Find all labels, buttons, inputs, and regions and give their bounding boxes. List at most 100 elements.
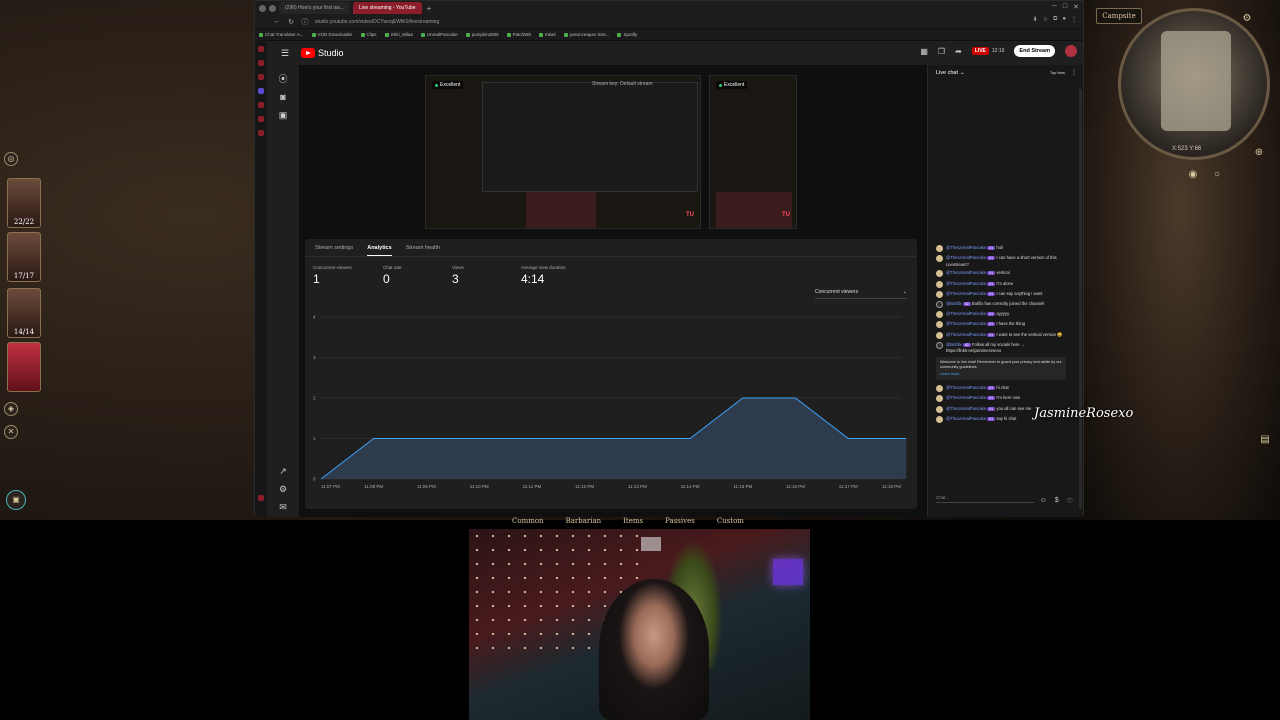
chat-input[interactable]: Chat... [936, 495, 1034, 503]
avatar[interactable] [936, 395, 943, 403]
chat-username[interactable]: @TheUnrealPancake [946, 281, 986, 286]
feedback-icon[interactable]: ✉ [277, 501, 289, 513]
avatar[interactable] [936, 270, 943, 278]
chat-username[interactable]: @TheUnrealPancake [946, 311, 986, 316]
avatar[interactable] [936, 405, 943, 413]
chat-username[interactable]: @TheUnrealPancake [946, 416, 986, 421]
url-field[interactable]: studio.youtube.com/video/DCYwoqEWtK0/liv… [315, 19, 439, 25]
bookmark-star-icon[interactable]: ☆ [1043, 16, 1048, 23]
emoji-icon[interactable]: ☺ [1040, 497, 1047, 505]
tab-list-icon[interactable] [269, 4, 276, 12]
bookmark[interactable]: Clips [360, 32, 377, 37]
top-fans-button[interactable]: Top fans [1050, 70, 1065, 75]
chat-message[interactable]: @TheUnrealPancake #1 hi chat [936, 385, 1066, 393]
chat-scrollbar[interactable] [1079, 89, 1082, 509]
browser-tab[interactable]: (296) How's your first wa... [279, 2, 351, 14]
chat-message[interactable]: @TheUnrealPancake #1 huh [936, 245, 1066, 252]
avatar[interactable] [936, 255, 943, 263]
chat-username[interactable]: @TheUnrealPancake [946, 385, 986, 390]
download-icon[interactable]: ⬇ [1033, 16, 1038, 23]
browser-more-icon[interactable]: ⋮ [1071, 16, 1077, 23]
sidebar-app-icon[interactable] [258, 116, 264, 122]
extensions-icon[interactable]: ⧉ [1053, 16, 1057, 23]
chat-message[interactable]: @TheUnrealPancake #1 I have the thing [936, 321, 1066, 329]
metric-dropdown[interactable]: Concurrent viewers ⌄ [815, 289, 907, 299]
chat-username[interactable]: @TheUnrealPancake [946, 321, 986, 326]
chat-message[interactable]: @TheUnrealPancake #1 I want to see the v… [936, 331, 1066, 339]
tab-items[interactable]: Items [623, 517, 643, 529]
settings-icon[interactable]: ⚙ [1240, 12, 1254, 26]
sidebar-app-icon[interactable] [258, 88, 264, 94]
tab-stream-settings[interactable]: Stream settings [315, 245, 353, 256]
heart-icon[interactable]: ♡ [1067, 497, 1073, 505]
party-portrait-2[interactable]: 17/17 [7, 232, 41, 282]
webcam-icon[interactable]: ◙ [277, 91, 289, 103]
back-icon[interactable]: ← [273, 18, 281, 25]
avatar[interactable] [936, 245, 943, 252]
chat-message[interactable]: @TheUnrealPancake #1 I'm here now [936, 395, 1066, 403]
open-external-icon[interactable]: ↗ [277, 465, 289, 477]
avatar[interactable] [936, 341, 943, 349]
super-chat-icon[interactable]: $ [1055, 497, 1059, 505]
close-icon[interactable]: ✕ [1073, 3, 1079, 11]
avatar[interactable] [936, 311, 943, 319]
sidebar-app-icon[interactable] [258, 46, 264, 52]
chat-message[interactable]: @TheUnrealPancake #1 I can say anything … [936, 290, 1066, 298]
tab-stream-health[interactable]: Stream health [406, 245, 440, 256]
browser-menu-icon[interactable] [259, 4, 266, 12]
vertical-preview[interactable]: Excellent TU [709, 75, 797, 229]
tab-passives[interactable]: Passives [665, 517, 695, 529]
youtube-logo-icon[interactable] [301, 48, 315, 58]
stream-icon[interactable]: ⦿ [277, 73, 289, 85]
chat-username[interactable]: @TheUnrealPancake [946, 291, 986, 296]
end-stream-button[interactable]: End Stream [1014, 45, 1055, 57]
tab-analytics[interactable]: Analytics [367, 245, 392, 256]
avatar[interactable] [936, 290, 943, 298]
campsite-button[interactable]: Campsite [1096, 8, 1142, 24]
stream-key-select[interactable]: Stream key: Default stream [592, 81, 653, 87]
bookmark[interactable]: Shiri_Milaa [384, 32, 413, 37]
chat-message[interactable]: @TheUnrealPancake #1 vertical [936, 270, 1066, 278]
chat-username[interactable]: @Botfilx [946, 342, 962, 347]
bookmark[interactable]: justonceapex Stre... [563, 32, 609, 37]
profile-icon[interactable]: ● [1062, 16, 1066, 23]
learn-more-link[interactable]: Learn more [940, 372, 1062, 377]
sidebar-app-icon[interactable] [258, 74, 264, 80]
chat-message[interactable]: @TheUnrealPancake #1 I can have a short … [936, 255, 1066, 267]
chat-username[interactable]: @TheUnrealPancake [946, 406, 986, 411]
crossed-swords-icon[interactable]: ✕ [4, 425, 18, 439]
minimap[interactable] [1118, 8, 1270, 160]
party-portrait-4[interactable] [7, 342, 41, 392]
chat-username[interactable]: @TheUnrealPancake [946, 245, 986, 250]
chat-username[interactable]: @TheUnrealPancake [946, 270, 986, 275]
stream-preview[interactable]: Excellent Stream key: Default stream TU [425, 75, 701, 229]
maximize-icon[interactable]: □ [1063, 3, 1067, 11]
backpack-icon[interactable]: ▣ [6, 490, 26, 510]
sidebar-app-icon[interactable] [258, 102, 264, 108]
bookmark[interactable]: VOD Downloader [311, 32, 353, 37]
avatar[interactable] [936, 385, 943, 393]
tab-barbarian[interactable]: Barbarian [566, 517, 602, 529]
sidebar-app-icon[interactable] [258, 495, 264, 501]
bookmark[interactable]: pumpkin2806 [465, 32, 499, 37]
stream-manager-icon[interactable]: ▦ [920, 47, 928, 56]
chat-message[interactable]: @Botfilx #2 Botfilx has correctly joined… [936, 300, 1066, 308]
chat-username[interactable]: @Botfilx [946, 301, 962, 306]
chat-message[interactable]: @Botfilx #2 Follow all my socials here →… [936, 341, 1066, 354]
bookmark-icon[interactable]: ❐ [938, 47, 945, 56]
bookmark[interactable]: mkati [538, 32, 556, 37]
site-info-icon[interactable]: ⓘ [301, 17, 309, 27]
chat-username[interactable]: @TheUnrealPancake [946, 332, 986, 337]
bookmark[interactable]: Chat Translator A... [259, 32, 304, 37]
avatar[interactable] [936, 321, 943, 329]
avatar[interactable] [936, 331, 943, 339]
reload-icon[interactable]: ↻ [287, 18, 295, 26]
minimize-icon[interactable]: ─ [1052, 3, 1057, 11]
sidebar-app-icon[interactable] [258, 130, 264, 136]
zoom-icon[interactable]: ⊕ [1252, 146, 1266, 160]
avatar[interactable] [936, 415, 943, 423]
avatar[interactable] [936, 300, 943, 308]
ring-icon[interactable]: ◎ [4, 152, 18, 166]
chat-username[interactable]: @TheUnrealPancake [946, 395, 986, 400]
avatar[interactable] [1065, 45, 1077, 57]
